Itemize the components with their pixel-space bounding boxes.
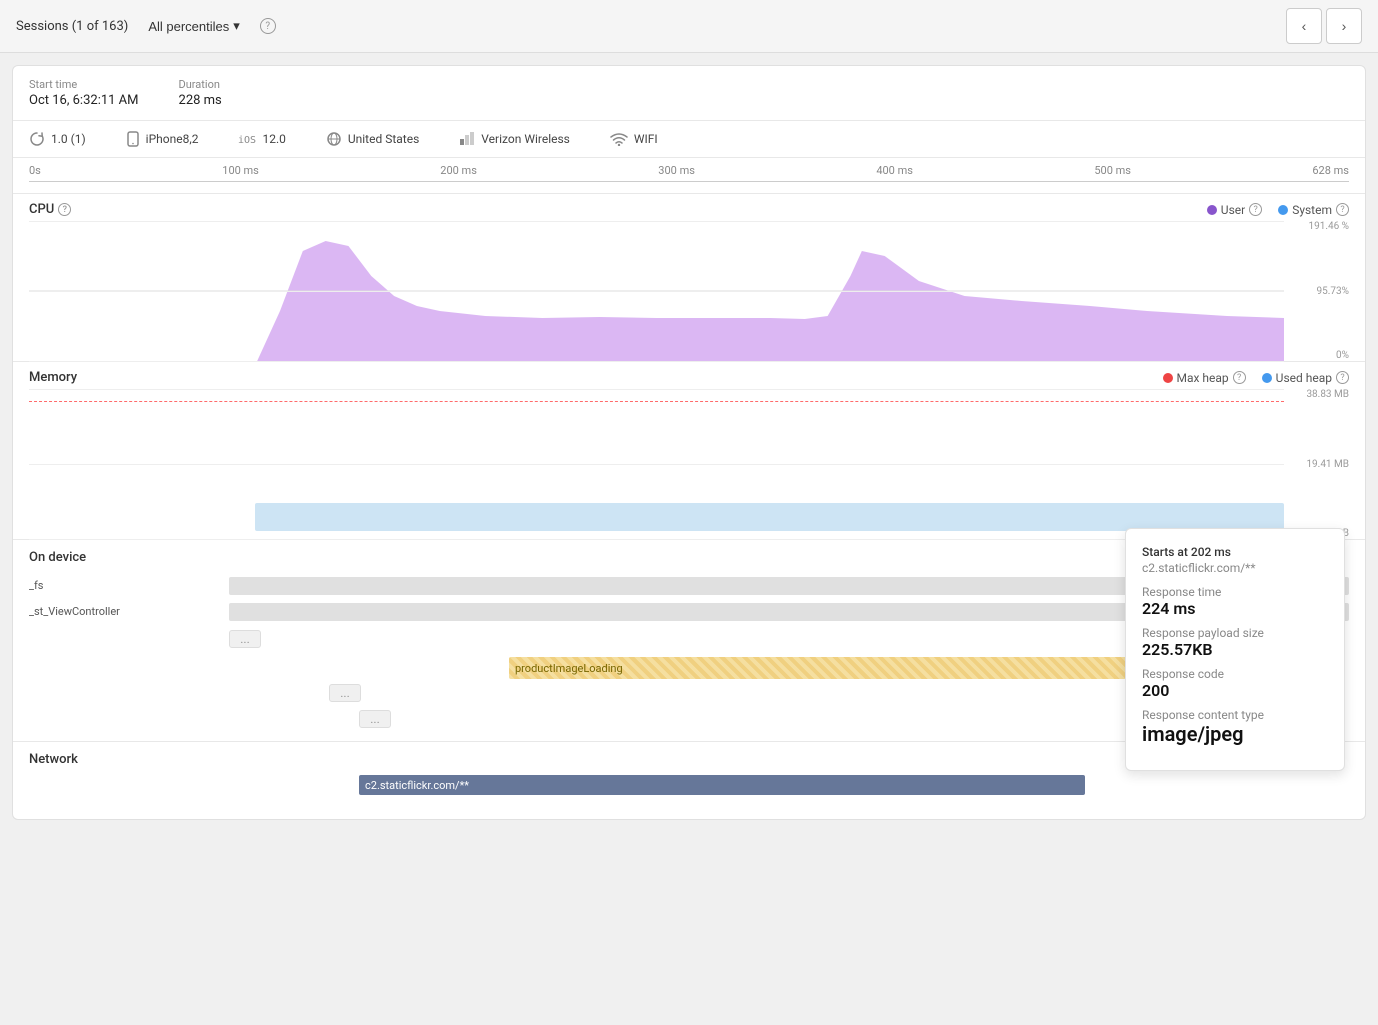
grid-line-bottom [29, 361, 1284, 362]
svg-text:iOS: iOS [238, 135, 256, 145]
version-item: 1.0 (1) [29, 131, 86, 147]
cpu-legend: User ? System ? [1207, 203, 1349, 217]
sessions-label: Sessions (1 of 163) [16, 19, 128, 34]
duration-value: 228 ms [179, 93, 222, 108]
grid-line-top [29, 221, 1284, 222]
tt-content-type: Response content type image/jpeg [1142, 708, 1328, 746]
cpu-y-labels: 191.46 % 95.73% 0% [1289, 221, 1349, 361]
duration-label: Duration [179, 78, 222, 91]
used-heap-dot [1262, 373, 1272, 383]
next-button[interactable]: › [1326, 8, 1362, 44]
cpu-canvas [29, 221, 1284, 361]
expand-dots2[interactable]: ... [329, 684, 361, 702]
session-header: Start time Oct 16, 6:32:11 AM Duration 2… [13, 66, 1365, 121]
system-help-icon[interactable]: ? [1336, 203, 1349, 216]
trace-label-vc: _st_ViewController [29, 605, 229, 618]
user-legend: User ? [1207, 203, 1262, 217]
top-bar: Sessions (1 of 163) All percentiles ▾ ? … [0, 0, 1378, 53]
max-heap-help-icon[interactable]: ? [1233, 371, 1246, 384]
device-item: iPhone8,2 [126, 131, 199, 147]
nav-buttons: ‹ › [1286, 8, 1362, 44]
session-info-bar: 1.0 (1) iPhone8,2 iOS 12.0 United States… [13, 121, 1365, 158]
os-value: 12.0 [262, 132, 285, 146]
used-heap-help-icon[interactable]: ? [1336, 371, 1349, 384]
wifi-icon [610, 132, 628, 146]
top-bar-left: Sessions (1 of 163) All percentiles ▾ ? [16, 14, 276, 38]
tt-code: Response code 200 [1142, 667, 1328, 700]
country-value: United States [348, 132, 419, 146]
ruler-ticks [29, 181, 1349, 187]
carrier-item: Verizon Wireless [459, 131, 570, 147]
cpu-help-icon[interactable]: ? [58, 203, 71, 216]
system-legend: System ? [1278, 203, 1349, 217]
duration-item: Duration 228 ms [179, 78, 222, 108]
wifi-value: WIFI [634, 132, 658, 146]
memory-grid-top [29, 389, 1284, 390]
refresh-icon [29, 131, 45, 147]
ruler-labels: 0s 100 ms 200 ms 300 ms 400 ms 500 ms 62… [29, 164, 1349, 177]
expand-dots3[interactable]: ... [359, 710, 391, 728]
max-heap-dot [1163, 373, 1173, 383]
globe-icon [326, 131, 342, 147]
device-value: iPhone8,2 [146, 132, 199, 146]
main-card: Start time Oct 16, 6:32:11 AM Duration 2… [12, 65, 1366, 820]
timeline-ruler: 0s 100 ms 200 ms 300 ms 400 ms 500 ms 62… [13, 158, 1365, 194]
memory-section: Memory Max heap ? Used heap ? [13, 362, 1365, 540]
grid-line-mid [29, 291, 1284, 292]
memory-grid-mid [29, 464, 1284, 465]
os-item: iOS 12.0 [238, 132, 285, 146]
ios-icon: iOS [238, 133, 256, 145]
max-heap-line [29, 401, 1284, 402]
network-bar: c2.staticflickr.com/** [359, 775, 1085, 795]
prev-button[interactable]: ‹ [1286, 8, 1322, 44]
cpu-title: CPU ? [29, 202, 71, 217]
memory-title: Memory [29, 370, 77, 385]
on-device-section: On device _fs _st_ViewController ... pro [13, 540, 1365, 742]
tt-starts: Starts at 202 ms [1142, 545, 1328, 559]
used-heap-bar [255, 503, 1284, 531]
cpu-chart-area: 191.46 % 95.73% 0% [29, 221, 1349, 361]
used-heap-legend: Used heap ? [1262, 371, 1349, 385]
tt-response-time: Response time 224 ms [1142, 585, 1328, 618]
user-help-icon[interactable]: ? [1249, 203, 1262, 216]
tooltip-card: Starts at 202 ms c2.staticflickr.com/** … [1125, 528, 1345, 771]
start-time-label: Start time [29, 78, 139, 91]
memory-y-labels: 38.83 MB 19.41 MB 0B [1289, 389, 1349, 539]
signal-icon [459, 131, 475, 147]
memory-canvas [29, 389, 1284, 539]
help-icon[interactable]: ? [260, 18, 276, 34]
start-time-value: Oct 16, 6:32:11 AM [29, 93, 139, 108]
percentile-dropdown[interactable]: All percentiles ▾ [140, 14, 247, 38]
country-item: United States [326, 131, 419, 147]
system-dot [1278, 205, 1288, 215]
start-time-item: Start time Oct 16, 6:32:11 AM [29, 78, 139, 108]
cpu-header: CPU ? User ? System ? [29, 194, 1349, 221]
memory-legend: Max heap ? Used heap ? [1163, 371, 1350, 385]
memory-chart-area: 38.83 MB 19.41 MB 0B [29, 389, 1349, 539]
version-value: 1.0 (1) [51, 132, 86, 146]
tt-url: c2.staticflickr.com/** [1142, 561, 1328, 575]
network-bar-area: c2.staticflickr.com/** [29, 775, 1349, 807]
tt-payload: Response payload size 225.57KB [1142, 626, 1328, 659]
network-item: WIFI [610, 132, 658, 146]
max-heap-legend: Max heap ? [1163, 371, 1246, 385]
user-dot [1207, 205, 1217, 215]
expand-dots1[interactable]: ... [229, 630, 261, 648]
memory-header: Memory Max heap ? Used heap ? [29, 362, 1349, 389]
carrier-value: Verizon Wireless [481, 132, 570, 146]
cpu-section: CPU ? User ? System ? [13, 194, 1365, 362]
trace-label-fs: _fs [29, 579, 229, 592]
phone-icon [126, 131, 140, 147]
